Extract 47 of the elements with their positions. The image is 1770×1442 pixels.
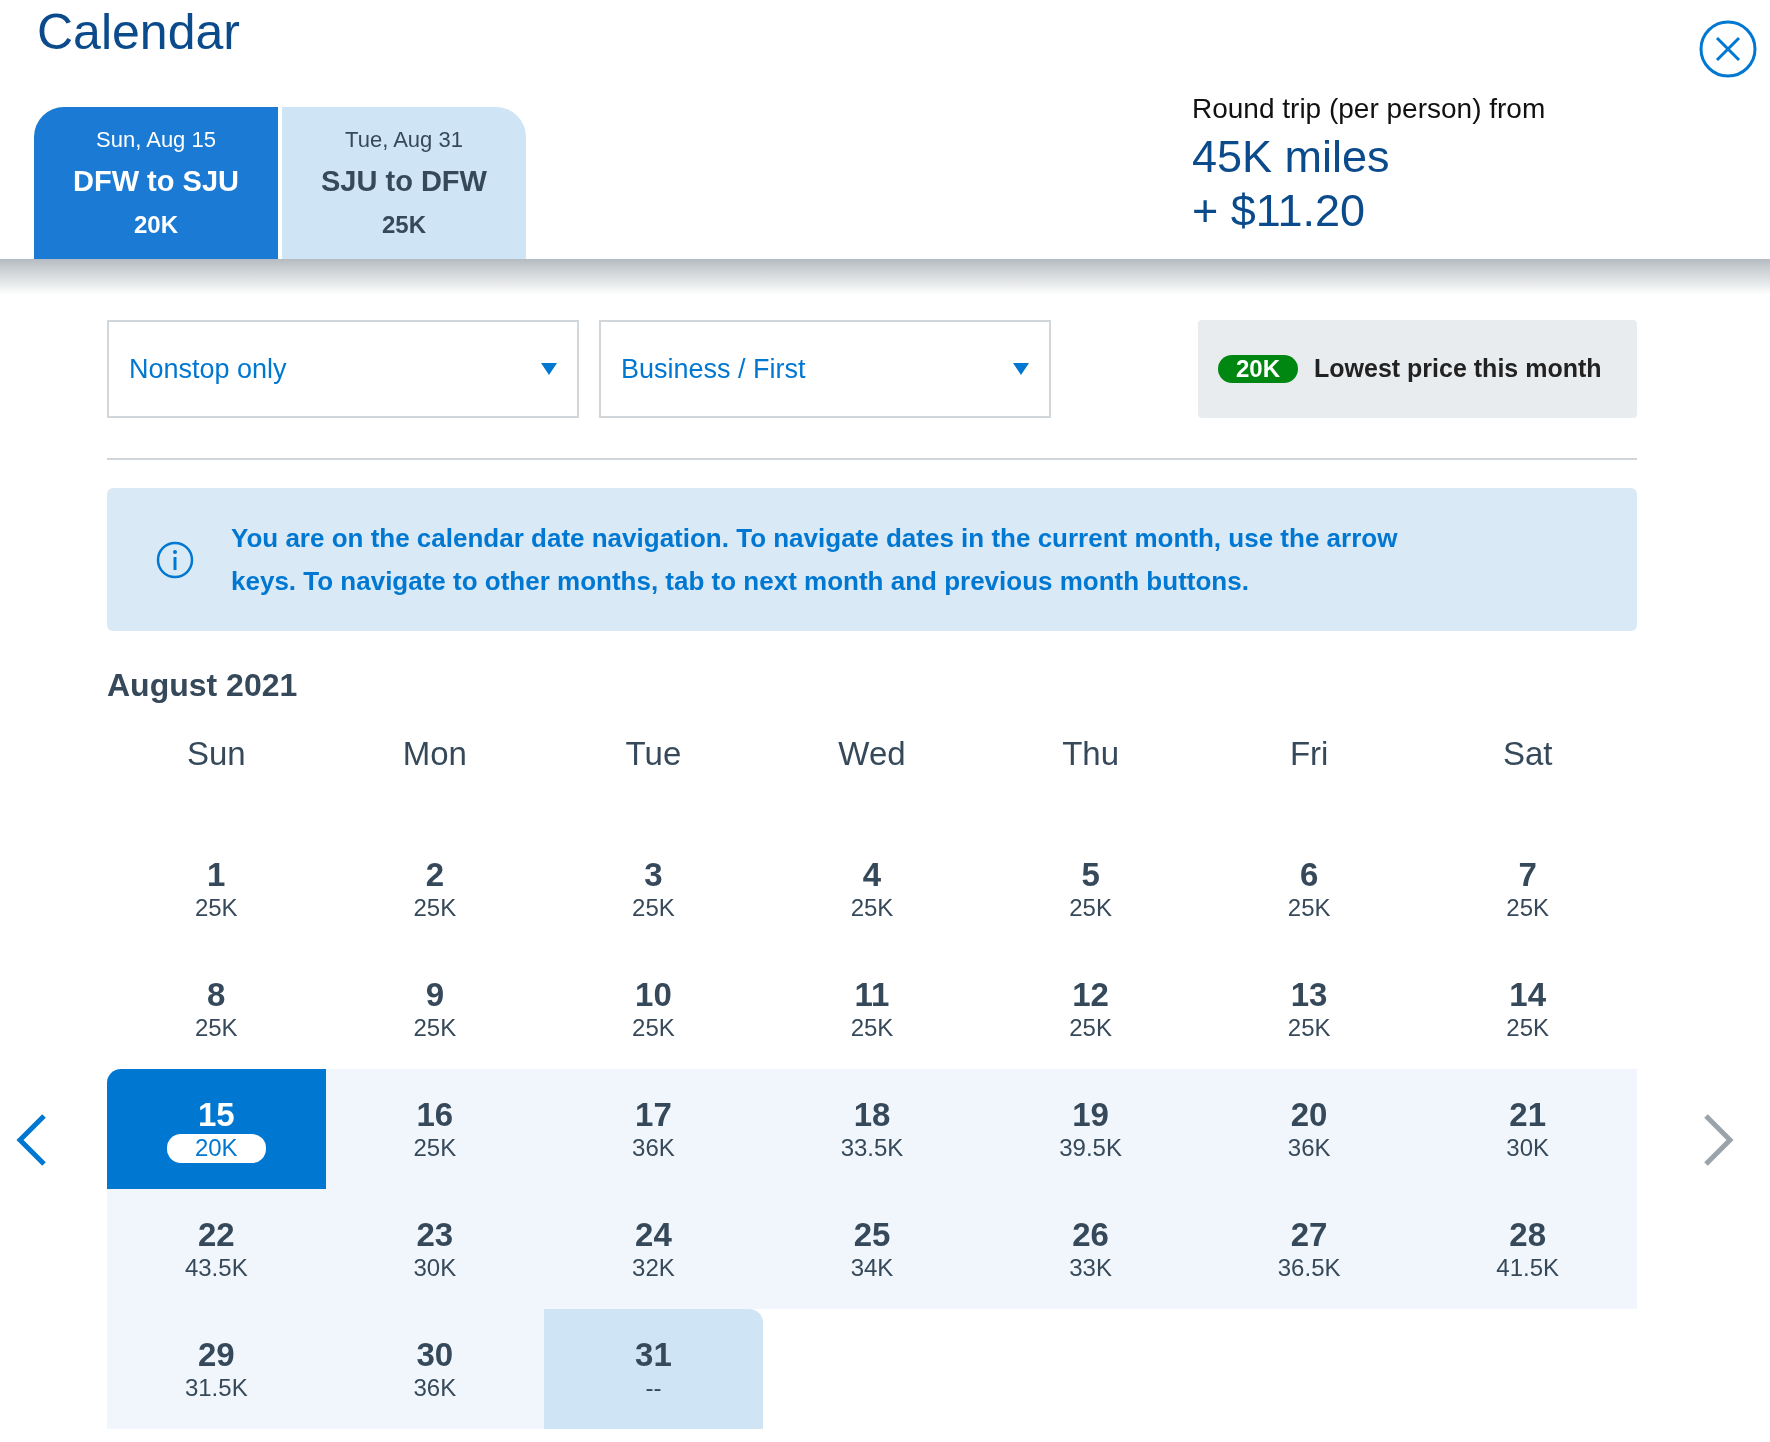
day-cell[interactable]: 29 31.5K xyxy=(107,1309,326,1429)
tab-price: 25K xyxy=(382,210,426,241)
round-trip-label: Round trip (per person) from xyxy=(1192,92,1546,126)
day-cell[interactable]: 26 33K xyxy=(981,1189,1200,1309)
day-cell[interactable]: 17 36K xyxy=(544,1069,763,1189)
tab-price: 20K xyxy=(134,210,178,241)
day-cell[interactable]: 27 36.5K xyxy=(1199,1189,1419,1309)
day-cell[interactable]: 30 36K xyxy=(325,1309,545,1429)
weekday-label: Wed xyxy=(838,734,906,774)
tab-route: SJU to DFW xyxy=(321,163,487,199)
day-cell[interactable]: 16 25K xyxy=(325,1069,545,1189)
miles-price: 45K miles xyxy=(1192,130,1391,184)
day-cell[interactable]: 23 30K xyxy=(325,1189,545,1309)
day-cell[interactable]: 22 43.5K xyxy=(107,1189,326,1309)
tab-route: DFW to SJU xyxy=(73,163,239,199)
dialog-title: Calendar xyxy=(37,3,240,62)
flight-tab[interactable]: Sun, Aug 15 DFW to SJU 20K xyxy=(34,107,278,259)
weekday-label: Mon xyxy=(402,734,467,774)
weekday-label: Fri xyxy=(1289,734,1329,774)
day-cell[interactable]: 15 20K xyxy=(107,1069,326,1189)
weekday-label: Thu xyxy=(1062,734,1119,774)
tab-date: Sun, Aug 15 xyxy=(96,125,216,154)
day-cell[interactable]: 25 34K xyxy=(762,1189,982,1309)
day-cell[interactable]: 19 39.5K xyxy=(981,1069,1200,1189)
close-button[interactable] xyxy=(1698,19,1758,79)
flight-tab[interactable]: Tue, Aug 31 SJU to DFW 25K xyxy=(282,107,526,259)
weekday-label: Tue xyxy=(625,734,682,774)
price-badge: 20K xyxy=(1218,355,1299,383)
day-cell[interactable]: 18 33.5K xyxy=(762,1069,982,1189)
info-icon xyxy=(155,539,195,580)
day-cell[interactable]: 28 41.5K xyxy=(1418,1189,1637,1309)
cash-price: + $11.20 xyxy=(1192,184,1367,238)
day-cell[interactable]: 20 36K xyxy=(1199,1069,1419,1189)
day-cell[interactable]: 31 -- xyxy=(544,1309,763,1429)
weekday-label: Sun xyxy=(186,734,246,774)
weekday-label: Sat xyxy=(1502,734,1553,774)
stops-dropdown[interactable]: Nonstop only xyxy=(107,320,579,418)
day-cell[interactable]: 24 32K xyxy=(544,1189,763,1309)
close-icon xyxy=(1698,19,1758,79)
caret-icon xyxy=(1013,363,1029,375)
info-message: You are on the calendar date navigation. To navigate dates in the current month, use the arrow keys. To navigate to other months, tab to next month and previous month buttons. xyxy=(231,521,1399,598)
month-heading: August 2021 xyxy=(107,666,299,705)
cabin-dropdown[interactable]: Business / First xyxy=(599,320,1051,418)
day-cell[interactable]: 21 30K xyxy=(1418,1069,1637,1189)
legend-label: Lowest price this month xyxy=(1314,353,1602,385)
caret-icon xyxy=(541,363,557,375)
tab-date: Tue, Aug 31 xyxy=(345,125,463,154)
